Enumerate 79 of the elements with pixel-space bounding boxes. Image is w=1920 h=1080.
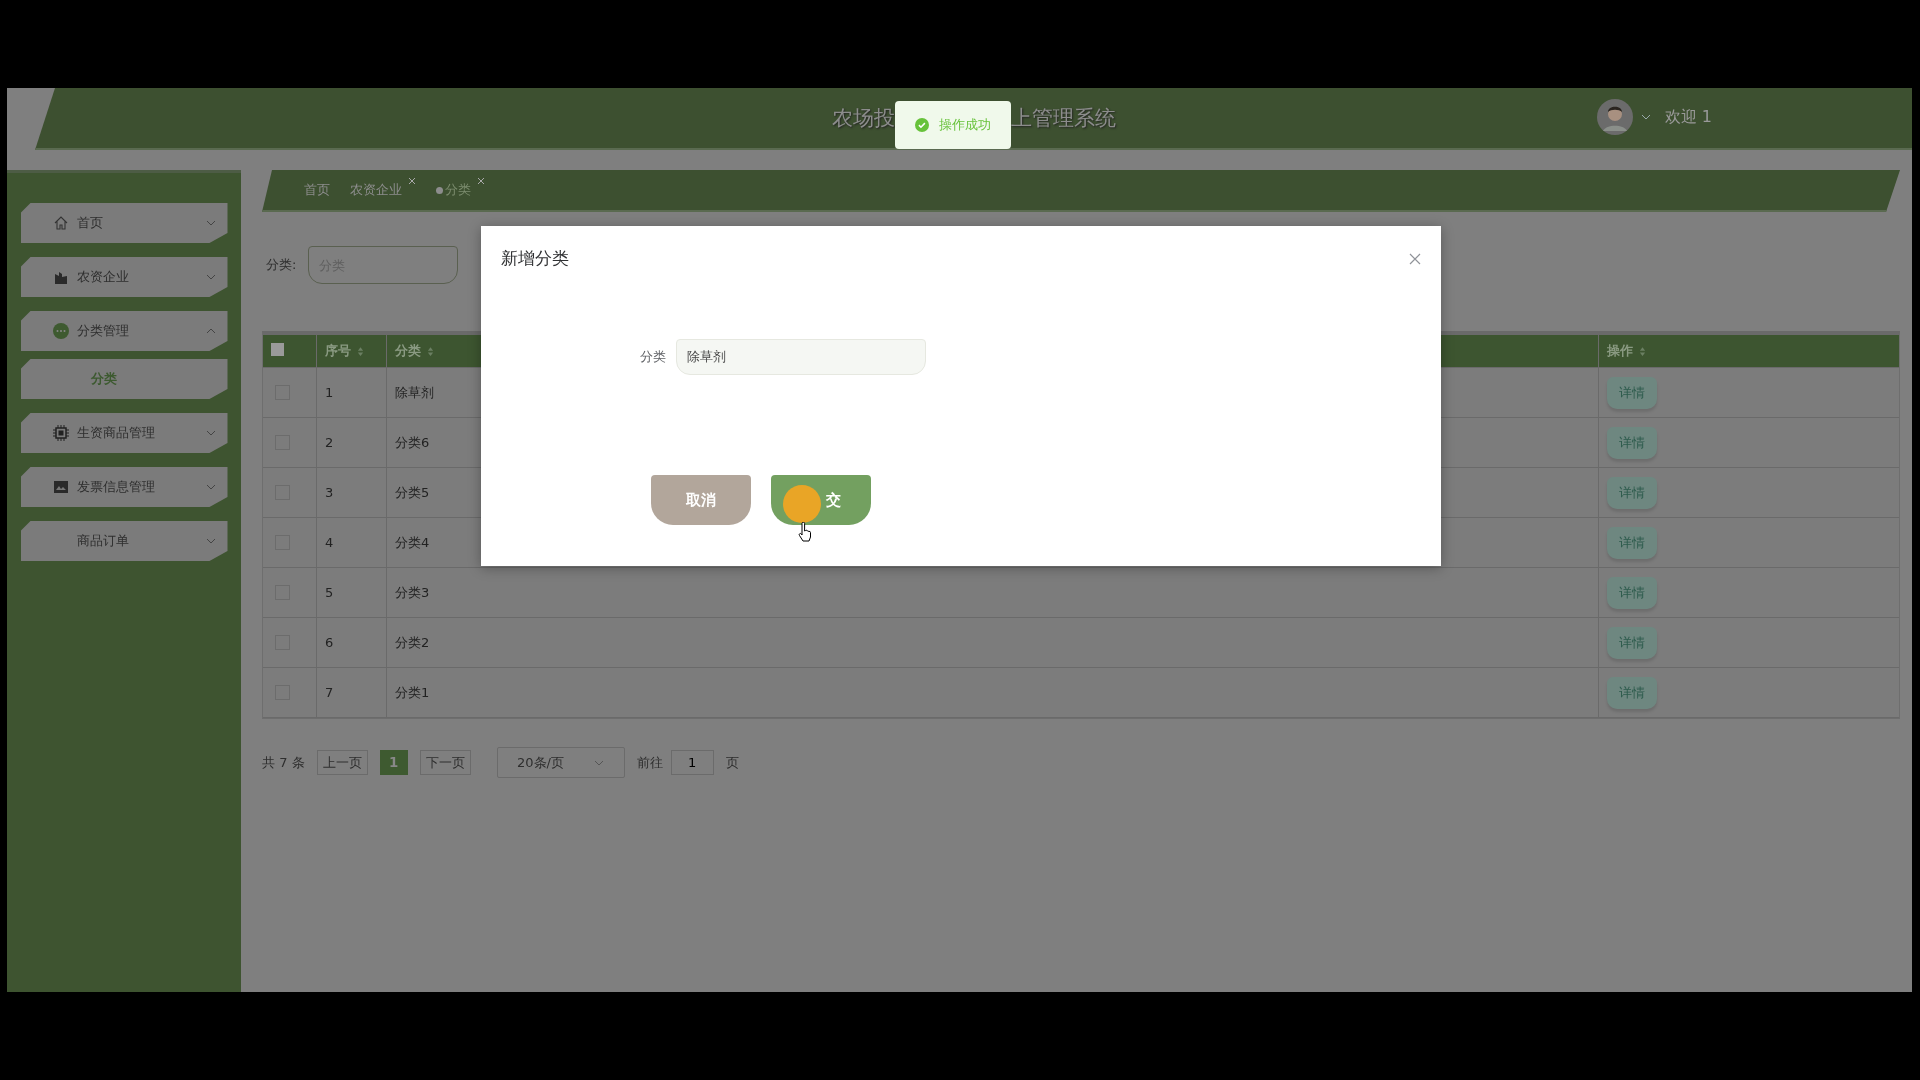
table-cell: 1	[325, 385, 334, 400]
page-number[interactable]: 1	[379, 750, 408, 775]
search-label: 分类:	[266, 256, 297, 274]
menu-label: 发票信息管理	[76, 478, 156, 496]
table-cell: 分类4	[395, 533, 430, 552]
table-cell: 6	[325, 635, 334, 650]
details-button[interactable]: 详情	[1607, 376, 1657, 409]
chevron-down-icon	[205, 538, 216, 544]
menu-item[interactable]: 商品订单	[20, 521, 228, 561]
table-cell: 7	[325, 685, 334, 700]
caret-icon[interactable]	[1640, 114, 1651, 120]
more-circle-icon	[52, 323, 69, 339]
table-cell: 5	[325, 585, 334, 600]
menu-label: 农资企业	[76, 268, 130, 286]
tab[interactable]: 首页	[304, 181, 330, 199]
details-button[interactable]: 详情	[1607, 626, 1657, 659]
chevron-down-icon	[205, 274, 216, 280]
sort-icon[interactable]	[357, 345, 364, 357]
sort-icon[interactable]	[1639, 345, 1646, 357]
building-icon	[52, 269, 69, 285]
cancel-button[interactable]: 取消	[651, 475, 751, 525]
sort-icon[interactable]	[427, 345, 434, 357]
details-button[interactable]: 详情	[1607, 476, 1657, 509]
page-suffix: 页	[725, 753, 739, 772]
home-icon	[52, 215, 69, 231]
checkbox[interactable]	[271, 343, 284, 356]
table-cell: 除草剂	[395, 383, 434, 402]
system-title: 上管理系统	[1010, 105, 1116, 132]
toast-message: 操作成功	[938, 116, 991, 134]
menu-label: 首页	[76, 214, 104, 232]
table-cell: 分类5	[395, 483, 430, 502]
close-icon[interactable]	[1409, 252, 1421, 265]
page-size-select[interactable]: 20条/页	[496, 747, 625, 778]
details-button[interactable]: 详情	[1607, 526, 1657, 559]
chevron-down-icon	[594, 759, 604, 766]
menu-label: 分类管理	[76, 322, 130, 340]
check-circle-icon	[914, 118, 929, 132]
page-input[interactable]: 1	[670, 750, 714, 775]
submenu-item[interactable]: 分类	[20, 359, 228, 399]
chevron-up-icon	[205, 328, 216, 334]
goto-label: 前往	[636, 753, 663, 772]
chip-icon	[52, 425, 69, 441]
column-header[interactable]: 分类	[395, 342, 421, 360]
table-cell: 3	[325, 485, 334, 500]
category-field[interactable]: 除草剂	[676, 339, 926, 375]
table-cell: 分类1	[395, 683, 430, 702]
menu-item[interactable]: 农资企业	[20, 257, 228, 297]
tab[interactable]: 分类	[436, 181, 471, 199]
menu-label: 生资商品管理	[76, 424, 156, 442]
table-cell: 分类2	[395, 633, 430, 652]
column-header[interactable]: 操作	[1607, 342, 1633, 360]
close-icon[interactable]	[408, 177, 416, 185]
field-label: 分类	[640, 348, 666, 366]
column-header[interactable]: 序号	[325, 342, 351, 360]
menu-label: 商品订单	[76, 532, 130, 550]
total-count: 共 7 条	[262, 753, 305, 772]
close-icon[interactable]	[477, 177, 485, 185]
chevron-down-icon	[205, 430, 216, 436]
avatar-icon[interactable]	[1596, 99, 1633, 135]
details-button[interactable]: 详情	[1607, 676, 1657, 709]
image-icon	[52, 479, 69, 495]
tab[interactable]: 农资企业	[350, 181, 402, 199]
chevron-down-icon	[205, 484, 216, 490]
table-cell: 2	[325, 435, 334, 450]
system-title: 农场投	[831, 105, 895, 132]
hand-cursor-icon	[798, 522, 812, 542]
dialog-title: 新增分类	[501, 247, 569, 270]
menu-item[interactable]: 发票信息管理	[20, 467, 228, 507]
welcome-text[interactable]: 欢迎 1	[1664, 106, 1712, 128]
details-button[interactable]: 详情	[1607, 576, 1657, 609]
menu-item[interactable]: 分类管理	[20, 311, 228, 351]
chevron-down-icon	[205, 220, 216, 226]
menu-item[interactable]: 首页	[20, 203, 228, 243]
submit-button[interactable]: 交	[771, 475, 871, 525]
table-cell: 分类3	[395, 583, 430, 602]
table-cell: 分类6	[395, 433, 430, 452]
table-cell: 4	[325, 535, 334, 550]
details-button[interactable]: 详情	[1607, 426, 1657, 459]
menu-item[interactable]: 生资商品管理	[20, 413, 228, 453]
